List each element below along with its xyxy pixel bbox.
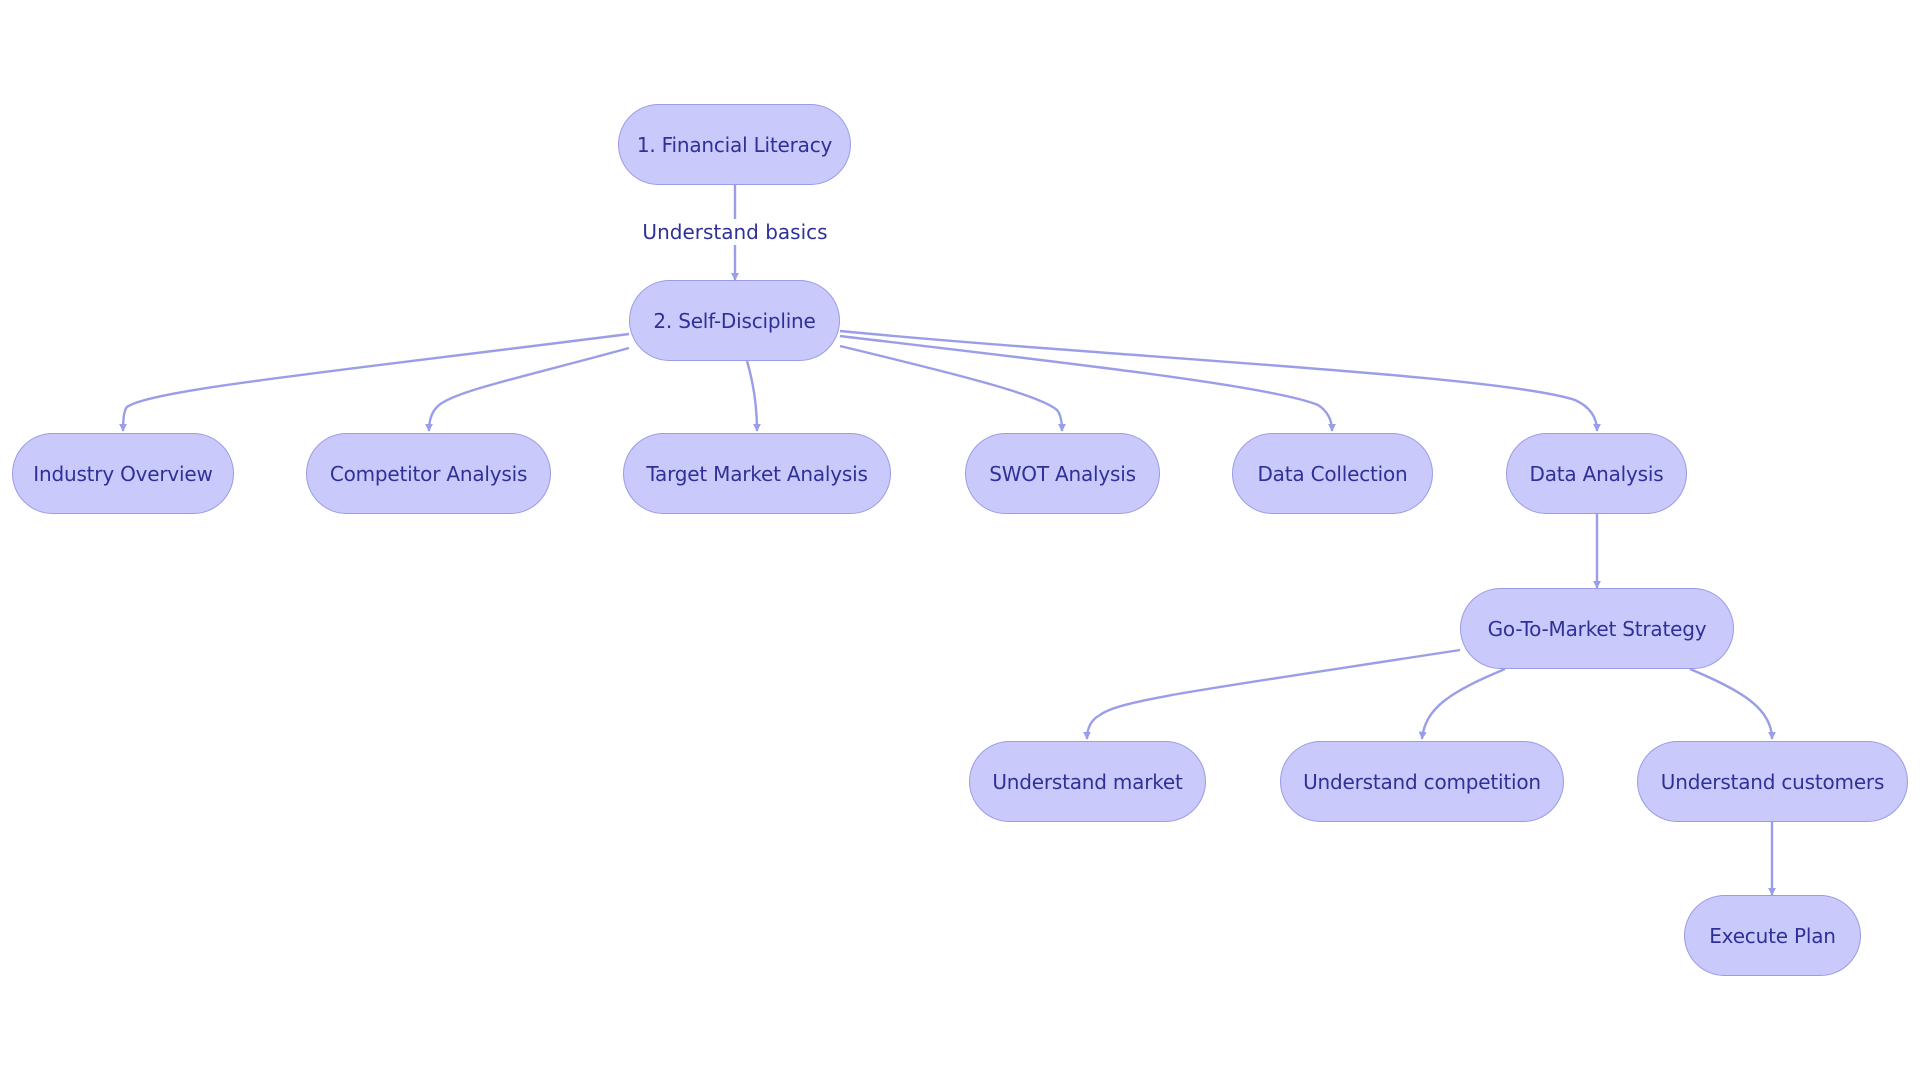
node-swot-analysis[interactable]: SWOT Analysis (965, 433, 1160, 514)
edge-self-to-data-analysis (839, 329, 1601, 432)
node-execute-plan[interactable]: Execute Plan (1684, 895, 1861, 976)
node-target-market-analysis[interactable]: Target Market Analysis (623, 433, 891, 514)
edge-self-to-target-market (745, 360, 761, 432)
edge-self-to-competitor (425, 346, 630, 432)
node-data-collection[interactable]: Data Collection (1232, 433, 1433, 514)
edge-label-understand-basics: Understand basics (640, 219, 830, 245)
node-self-discipline[interactable]: 2. Self-Discipline (629, 280, 840, 361)
node-understand-competition[interactable]: Understand competition (1280, 741, 1564, 822)
edge-gtm-to-understand-competition (1418, 667, 1506, 740)
edge-gtm-to-understand-customers (1689, 667, 1776, 740)
node-financial-literacy[interactable]: 1. Financial Literacy (618, 104, 851, 185)
node-industry-overview[interactable]: Industry Overview (12, 433, 234, 514)
node-data-analysis[interactable]: Data Analysis (1506, 433, 1687, 514)
node-competitor-analysis[interactable]: Competitor Analysis (306, 433, 551, 514)
edge-self-to-industry (119, 332, 630, 432)
node-understand-customers[interactable]: Understand customers (1637, 741, 1908, 822)
node-understand-market[interactable]: Understand market (969, 741, 1206, 822)
flowchart-canvas (119, 185, 1776, 896)
node-go-to-market-strategy[interactable]: Go-To-Market Strategy (1460, 588, 1734, 669)
edge-gtm-to-understand-market (1083, 648, 1461, 740)
